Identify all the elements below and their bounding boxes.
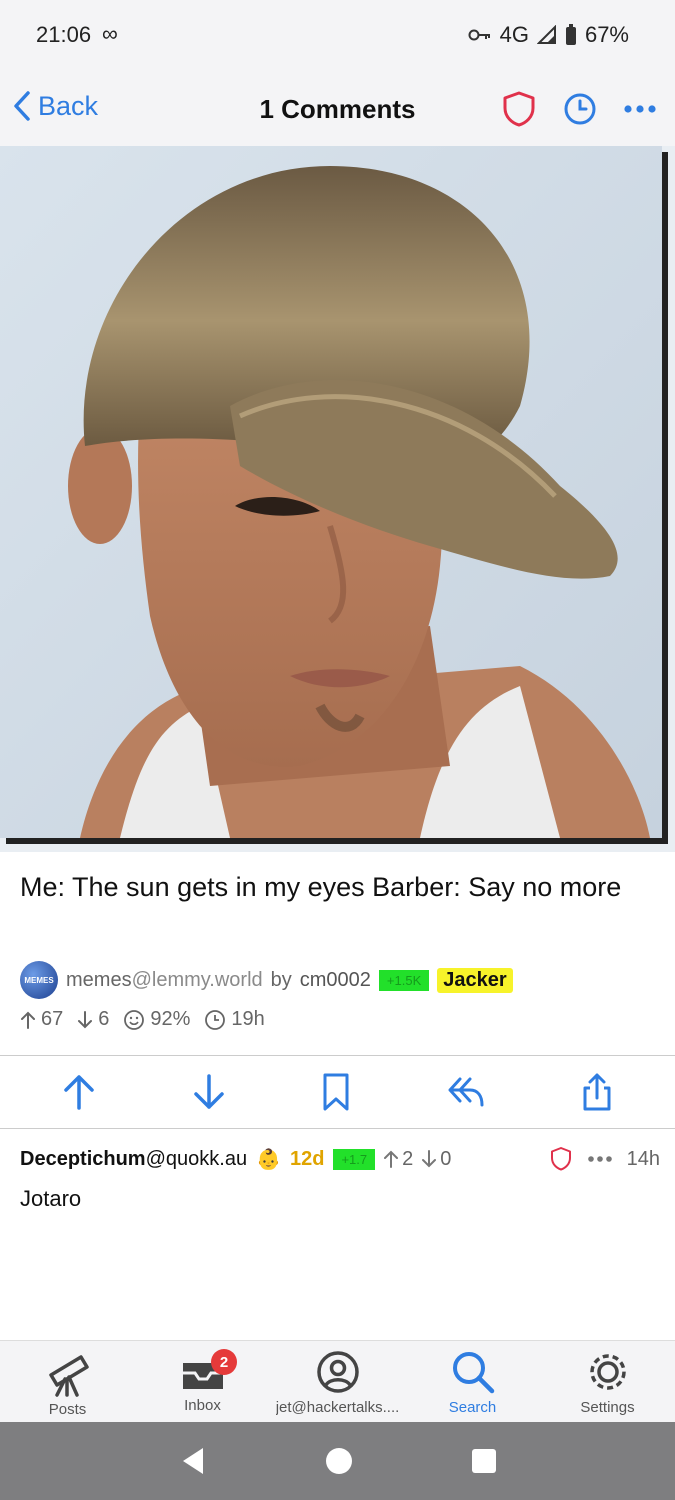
tab-label: Inbox bbox=[184, 1397, 221, 1414]
comment-downvotes: 0 bbox=[422, 1148, 451, 1171]
home-circle-icon[interactable] bbox=[324, 1446, 354, 1476]
status-time: 21:06 bbox=[36, 22, 92, 47]
arrow-down-icon bbox=[78, 1010, 93, 1028]
community-name: memes bbox=[66, 968, 132, 991]
navigation-bar: Back 1 Comments bbox=[0, 72, 675, 146]
comment-author: Deceptichum bbox=[20, 1147, 146, 1170]
ratio-value: 92% bbox=[150, 1008, 191, 1030]
clock-icon bbox=[205, 1009, 226, 1030]
share-button[interactable] bbox=[580, 1072, 614, 1112]
post-title[interactable]: Me: The sun gets in my eyes Barber: Say … bbox=[20, 870, 640, 905]
battery-level: 67% bbox=[584, 22, 629, 47]
tab-profile[interactable]: jet@hackertalks.... bbox=[270, 1341, 405, 1422]
search-icon bbox=[452, 1352, 494, 1394]
tab-posts[interactable]: Posts bbox=[0, 1341, 135, 1422]
more-icon[interactable] bbox=[623, 104, 657, 114]
post-age: 19h bbox=[204, 1008, 265, 1031]
author-flair-badge: Jacker bbox=[437, 967, 513, 993]
tab-settings[interactable]: Settings bbox=[540, 1341, 675, 1422]
comment-actions: 14h bbox=[549, 1146, 660, 1172]
post-photo bbox=[0, 146, 668, 844]
back-triangle-icon[interactable] bbox=[179, 1446, 207, 1476]
comment-time: 14h bbox=[626, 1147, 660, 1170]
inbox-unread-badge: 2 bbox=[211, 1349, 237, 1375]
comment-score-badge: +1.7 bbox=[333, 1148, 376, 1170]
tab-search[interactable]: Search bbox=[405, 1341, 540, 1422]
tab-bar: Posts 2 Inbox jet@hackertalks.... Search… bbox=[0, 1340, 675, 1422]
age-value: 19h bbox=[231, 1008, 265, 1030]
comment-downvote-value: 0 bbox=[440, 1147, 452, 1170]
key-icon bbox=[468, 29, 490, 41]
post-author[interactable]: cm0002 bbox=[300, 969, 371, 992]
shield-icon[interactable] bbox=[549, 1146, 573, 1172]
tab-label: Posts bbox=[48, 1401, 87, 1418]
author-score-badge: +1.5K bbox=[378, 969, 430, 991]
community-avatar[interactable]: MEMES bbox=[20, 961, 58, 999]
upvote-value: 67 bbox=[41, 1008, 64, 1030]
recents-square-icon[interactable] bbox=[471, 1448, 497, 1474]
network-type: 4G bbox=[499, 22, 529, 47]
comment-body: Jotaro bbox=[20, 1186, 82, 1211]
account-age: 12d bbox=[289, 1147, 325, 1170]
comment-upvotes: 2 bbox=[384, 1148, 413, 1171]
clock-icon[interactable] bbox=[563, 92, 597, 126]
tab-label: jet@hackertalks.... bbox=[275, 1399, 400, 1416]
comment-author-instance: @quokk.au bbox=[145, 1147, 248, 1170]
tab-inbox[interactable]: 2 Inbox bbox=[135, 1341, 270, 1422]
status-bar: 21:06 ∞ 4G 67% bbox=[0, 0, 675, 72]
downvote-button[interactable] bbox=[191, 1073, 227, 1111]
system-navigation-bar bbox=[0, 1422, 675, 1500]
battery-icon bbox=[565, 24, 576, 45]
post-action-bar bbox=[0, 1056, 675, 1128]
arrow-down-icon bbox=[422, 1150, 437, 1168]
telescope-icon bbox=[48, 1355, 89, 1397]
comment-header: Deceptichum@quokk.au 👶 12d +1.7 2 0 14h bbox=[20, 1144, 660, 1174]
baby-icon: 👶 bbox=[256, 1148, 281, 1171]
comment[interactable]: Deceptichum@quokk.au 👶 12d +1.7 2 0 14h … bbox=[20, 1144, 660, 1212]
infinity-icon: ∞ bbox=[102, 21, 118, 46]
account-icon bbox=[316, 1351, 359, 1393]
reply-button[interactable] bbox=[446, 1075, 486, 1109]
status-indicators: 4G 67% bbox=[468, 22, 629, 48]
bookmark-button[interactable] bbox=[321, 1072, 351, 1112]
comment-upvote-value: 2 bbox=[402, 1147, 414, 1170]
by-label: by bbox=[270, 968, 292, 991]
divider bbox=[0, 1128, 675, 1129]
downvote-count: 6 bbox=[77, 1008, 109, 1031]
tab-label: Search bbox=[448, 1399, 497, 1416]
comment-author-link[interactable]: Deceptichum@quokk.au bbox=[20, 1148, 247, 1171]
community-instance: @lemmy.world bbox=[131, 968, 263, 991]
post-image[interactable] bbox=[0, 146, 675, 852]
upvote-button[interactable] bbox=[61, 1073, 97, 1111]
avatar-text: MEMES bbox=[24, 975, 54, 985]
community-link[interactable]: memes@lemmy.world bbox=[66, 969, 263, 992]
gear-icon bbox=[589, 1354, 626, 1390]
more-icon[interactable] bbox=[587, 1155, 613, 1163]
arrow-up-icon bbox=[21, 1011, 35, 1029]
upvote-ratio: 92% bbox=[123, 1008, 190, 1031]
downvote-value: 6 bbox=[98, 1008, 110, 1030]
nav-actions bbox=[501, 90, 657, 128]
arrow-up-icon bbox=[384, 1150, 399, 1168]
tab-label: Settings bbox=[580, 1399, 635, 1416]
post-meta: MEMES memes@lemmy.world by cm0002 +1.5K … bbox=[20, 961, 513, 999]
post-stats: 67 6 92% 19h bbox=[20, 1008, 265, 1031]
signal-icon bbox=[536, 25, 556, 44]
smiley-icon bbox=[124, 1009, 145, 1030]
upvote-count: 67 bbox=[20, 1008, 63, 1031]
shield-icon[interactable] bbox=[501, 90, 537, 128]
